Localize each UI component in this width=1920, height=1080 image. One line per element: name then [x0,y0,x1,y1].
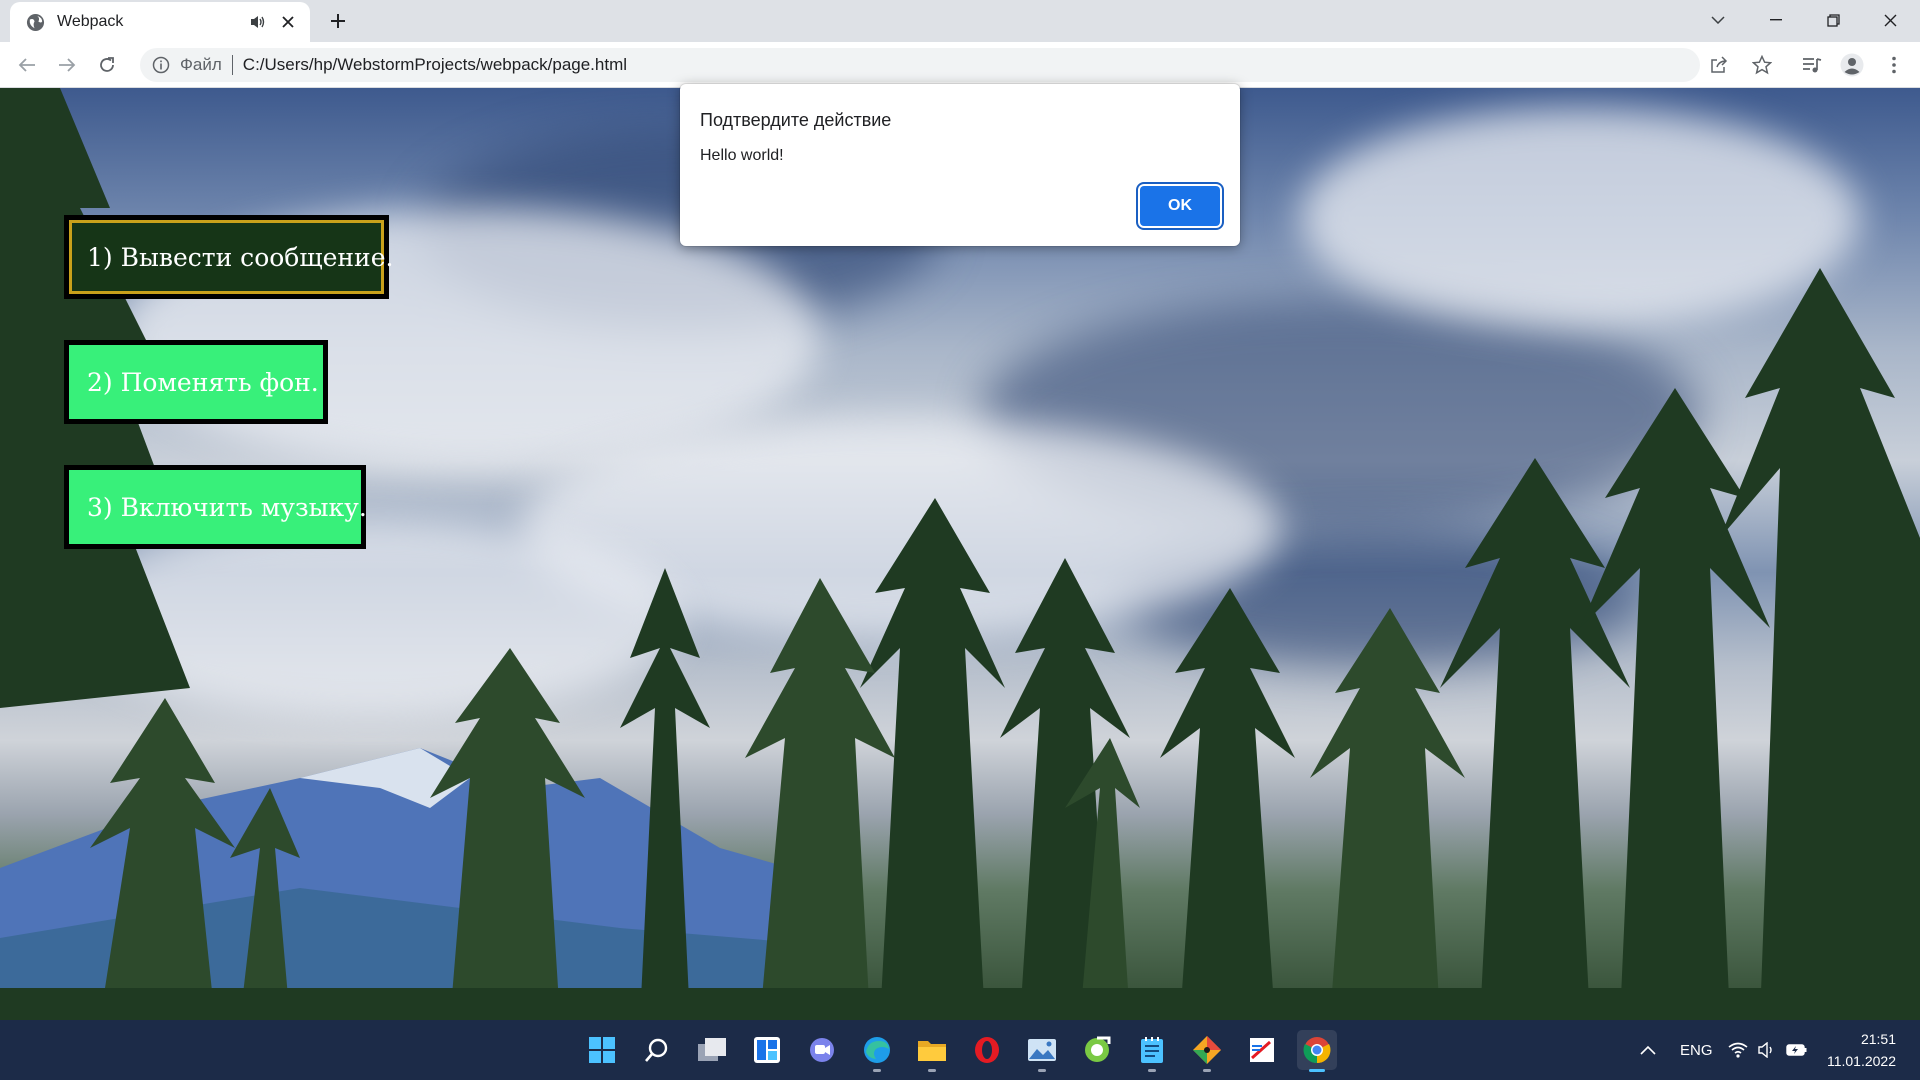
search-button[interactable] [637,1030,677,1070]
green-app-button[interactable] [1077,1030,1117,1070]
language-indicator[interactable]: ENG [1680,1020,1713,1080]
restore-button[interactable] [1811,4,1855,36]
star-icon [1752,55,1772,75]
opera-button[interactable] [967,1030,1007,1070]
arrow-right-icon [59,58,76,72]
audio-playing-icon[interactable] [250,13,270,31]
browser-toolbar: Файл C:/Users/hp/WebstormProjects/webpac… [0,42,1920,88]
photos-icon [1028,1039,1056,1061]
running-indicator [1038,1069,1046,1072]
photos-button[interactable] [1022,1030,1062,1072]
file-explorer-button[interactable] [912,1030,952,1072]
close-icon [1884,14,1896,26]
running-indicator [1203,1069,1211,1072]
clock-time: 21:51 [1860,1031,1896,1047]
editor-app-button[interactable] [1242,1030,1282,1070]
edge-icon [864,1037,890,1063]
app-editor-icon [1250,1038,1274,1062]
minimize-icon [1770,19,1782,21]
media-queue-icon [1803,58,1822,73]
wifi-status[interactable] [1728,1020,1748,1080]
globe-icon [26,13,45,31]
profile-button[interactable] [1838,51,1866,79]
chrome-icon [1303,1037,1331,1064]
show-message-button[interactable]: 1) Вывести сообщение. [64,215,393,299]
clock[interactable]: 21:51 11.01.2022 [1827,1028,1896,1072]
change-background-label: 2) Поменять фон. [87,367,319,397]
running-indicator [928,1069,936,1072]
back-button[interactable] [13,51,41,79]
tab-strip: Webpack [0,0,1920,42]
address-bar[interactable]: Файл C:/Users/hp/WebstormProjects/webpac… [140,48,1728,82]
edge-button[interactable] [857,1030,897,1072]
active-indicator [1309,1069,1325,1072]
running-indicator [1148,1069,1156,1072]
scheme-divider [231,55,233,75]
tab-close-icon[interactable] [278,12,298,32]
share-button[interactable] [1702,48,1736,82]
show-message-label: 1) Вывести сообщение. [87,242,394,272]
battery-status[interactable] [1786,1020,1808,1080]
browser-tab[interactable]: Webpack [10,2,310,42]
restore-icon [1826,13,1840,27]
close-window-button[interactable] [1868,4,1912,36]
alert-dialog: Подтвердите действие Hello world! OK [680,84,1240,246]
show-hidden-icons-button[interactable] [1640,1020,1656,1080]
arrow-left-icon [18,58,35,72]
tab-search-button[interactable] [1696,4,1740,36]
speaker-icon [1758,1042,1772,1058]
bookmark-button[interactable] [1748,51,1776,79]
widgets-icon [754,1037,780,1063]
play-music-label: 3) Включить музыку. [87,492,367,522]
chevron-up-icon [1640,1045,1656,1055]
search-icon [645,1038,668,1062]
task-view-icon [698,1038,726,1061]
share-icon [1711,56,1728,73]
widgets-button[interactable] [747,1030,787,1070]
play-music-button[interactable]: 3) Включить музыку. [64,465,367,549]
minimize-button[interactable] [1754,4,1798,36]
start-button[interactable] [582,1030,622,1070]
reload-icon [100,57,114,72]
reload-button[interactable] [93,51,121,79]
volume-status[interactable] [1758,1020,1776,1080]
wifi-icon [1728,1042,1748,1058]
plus-icon [331,14,345,28]
file-explorer-icon [918,1041,946,1061]
clock-date: 11.01.2022 [1826,1053,1896,1069]
info-icon[interactable] [152,56,170,74]
ok-button[interactable]: OK [1140,186,1220,226]
git-icon [1193,1036,1221,1064]
new-tab-button[interactable] [326,9,350,33]
scheme-label: Файл [180,55,222,74]
running-indicator [873,1069,881,1072]
change-background-button[interactable]: 2) Поменять фон. [64,340,328,424]
teams-chat-button[interactable] [802,1030,842,1070]
opera-icon [975,1037,999,1063]
tab-title: Webpack [57,13,124,30]
teams-chat-icon [810,1038,834,1062]
dialog-message: Hello world! [700,147,784,164]
taskbar: ENG 21:51 11.01.2022 [0,1020,1920,1080]
chevron-down-icon [1711,16,1725,24]
battery-charging-icon [1786,1044,1807,1056]
app-green-icon [1085,1036,1111,1062]
url-text[interactable]: C:/Users/hp/WebstormProjects/webpack/pag… [243,55,627,75]
kebab-menu-icon [1892,56,1896,74]
task-view-button[interactable] [692,1030,732,1070]
notepad-icon [1141,1037,1163,1063]
forward-button[interactable] [53,51,81,79]
dialog-title: Подтвердите действие [700,110,892,130]
media-controls-button[interactable] [1798,51,1826,79]
menu-button[interactable] [1880,51,1908,79]
chrome-button[interactable] [1297,1030,1337,1072]
avatar-icon [1840,53,1864,77]
notepad-button[interactable] [1132,1030,1172,1072]
start-icon [589,1037,615,1063]
git-button[interactable] [1187,1030,1227,1072]
